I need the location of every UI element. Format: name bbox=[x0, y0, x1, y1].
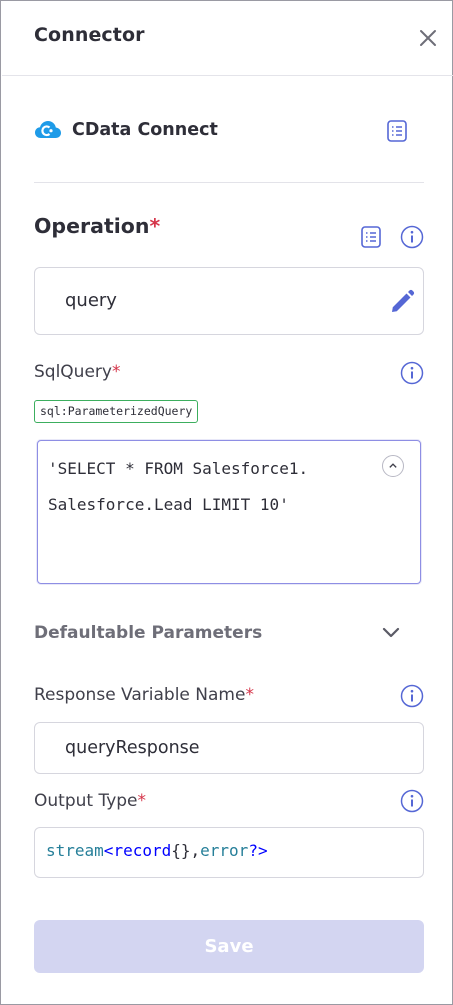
operation-field[interactable]: query bbox=[34, 267, 424, 335]
panel-header: Connector bbox=[2, 2, 453, 76]
operation-info-icon[interactable] bbox=[400, 225, 424, 249]
save-button[interactable]: Save bbox=[34, 920, 424, 973]
type-badge: sql:ParameterizedQuery bbox=[34, 400, 199, 423]
operation-document-icon[interactable] bbox=[360, 225, 382, 249]
response-variable-label: Response Variable Name* bbox=[34, 685, 254, 705]
required-mark: * bbox=[111, 362, 121, 382]
divider bbox=[34, 182, 424, 183]
output-type-value: stream<record{},error?> bbox=[46, 841, 268, 860]
editor-line: 'SELECT * FROM Salesforce1. bbox=[48, 459, 309, 478]
response-variable-value: queryResponse bbox=[65, 738, 200, 758]
required-mark: * bbox=[245, 685, 254, 705]
cloud-connector-icon bbox=[35, 121, 61, 138]
required-mark: * bbox=[137, 791, 147, 811]
response-variable-input[interactable]: queryResponse bbox=[34, 722, 424, 774]
pencil-icon[interactable] bbox=[389, 289, 415, 315]
panel-title: Connector bbox=[34, 24, 145, 46]
collapse-up-icon[interactable] bbox=[382, 455, 404, 477]
editor-line: Salesforce.Lead LIMIT 10' bbox=[48, 495, 289, 514]
document-icon[interactable] bbox=[386, 119, 408, 143]
operation-label: Operation* bbox=[34, 214, 161, 238]
output-type-info-icon[interactable] bbox=[400, 789, 424, 813]
output-type-field[interactable]: stream<record{},error?> bbox=[34, 827, 424, 878]
sqlquery-label: SqlQuery* bbox=[34, 362, 121, 382]
operation-value: query bbox=[65, 290, 117, 311]
connector-name: CData Connect bbox=[72, 120, 218, 140]
chevron-down-icon[interactable] bbox=[381, 625, 401, 641]
response-variable-info-icon[interactable] bbox=[400, 684, 424, 708]
required-mark: * bbox=[149, 214, 161, 238]
sqlquery-info-icon[interactable] bbox=[400, 361, 424, 385]
close-icon[interactable] bbox=[416, 26, 440, 50]
sql-query-editor[interactable]: 'SELECT * FROM Salesforce1. Salesforce.L… bbox=[37, 440, 421, 584]
connector-panel: Connector CData Connect Operation* query bbox=[0, 0, 453, 1005]
connector-row: CData Connect bbox=[34, 117, 424, 145]
defaultable-parameters-label[interactable]: Defaultable Parameters bbox=[34, 623, 262, 643]
output-type-label: Output Type* bbox=[34, 791, 147, 811]
